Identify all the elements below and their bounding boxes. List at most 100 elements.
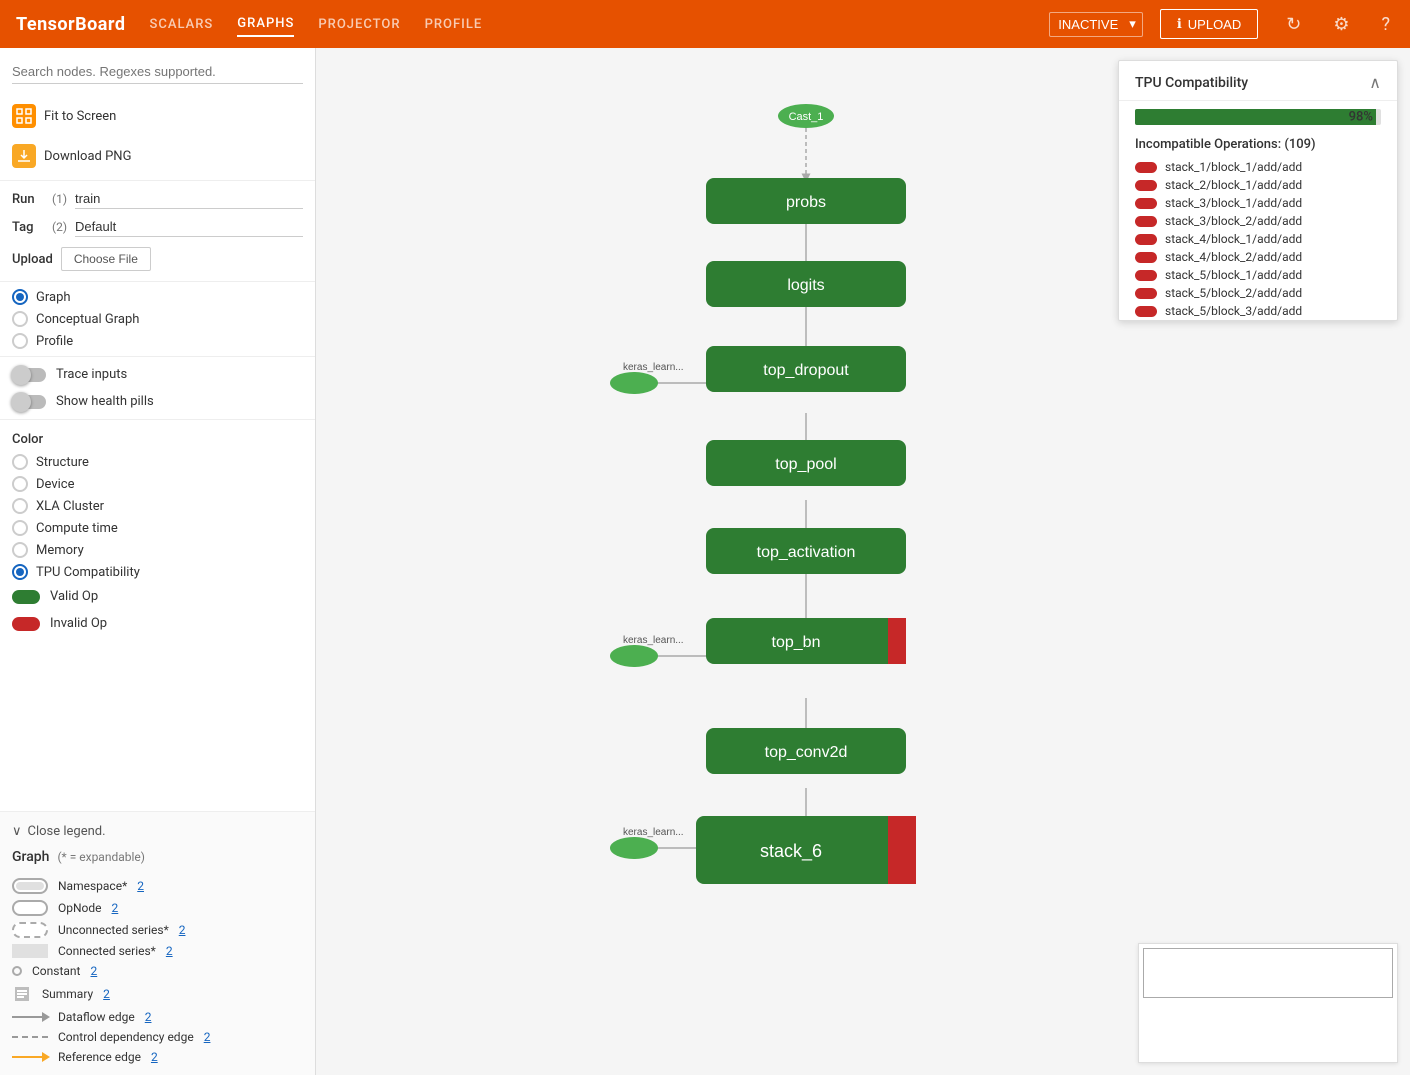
reference-link[interactable]: 2 — [151, 1050, 158, 1064]
radio-graph-label: Graph — [36, 290, 71, 305]
help-icon[interactable]: ? — [1377, 10, 1394, 39]
legend-namespace: Namespace* 2 — [12, 875, 303, 897]
choose-file-button[interactable]: Choose File — [61, 247, 151, 271]
run-select[interactable]: train — [75, 189, 303, 209]
color-device-circle — [12, 476, 28, 492]
legend-opnode: OpNode 2 — [12, 897, 303, 919]
radio-graph[interactable]: Graph — [0, 286, 315, 308]
red-pill-icon — [1135, 198, 1157, 209]
legend-connected: Connected series* 2 — [12, 941, 303, 961]
upload-button[interactable]: ℹ UPLOAD — [1160, 9, 1258, 39]
incompat-item: stack_5/block_2/add/add — [1119, 284, 1397, 302]
color-tpu-circle — [12, 564, 28, 580]
summary-link[interactable]: 2 — [103, 987, 110, 1001]
control-label: Control dependency edge — [58, 1030, 194, 1044]
minimap-viewport — [1143, 948, 1393, 998]
legend-toggle[interactable]: ∨ Close legend. — [12, 820, 303, 843]
constant-link[interactable]: 2 — [90, 964, 97, 978]
tag-count: (2) — [52, 220, 67, 234]
search-input[interactable] — [12, 60, 303, 84]
tpu-close-button[interactable]: ∧ — [1369, 73, 1381, 92]
fit-to-screen-button[interactable]: Fit to Screen — [0, 96, 315, 136]
legend-reference: Reference edge 2 — [12, 1047, 303, 1067]
opnode-shape — [12, 900, 48, 916]
legend-dataflow: Dataflow edge 2 — [12, 1007, 303, 1027]
sidebar: Fit to Screen Download PNG Run (1) train… — [0, 48, 316, 1075]
color-tpu[interactable]: TPU Compatibility — [0, 561, 315, 583]
radio-profile-circle — [12, 333, 28, 349]
red-pill-icon — [1135, 180, 1157, 191]
svg-text:probs: probs — [786, 194, 826, 211]
legend-title: Graph — [12, 845, 49, 869]
control-link[interactable]: 2 — [204, 1030, 211, 1044]
download-icon — [12, 144, 36, 168]
incompat-item: stack_3/block_1/add/add — [1119, 194, 1397, 212]
unconnected-shape — [12, 922, 48, 938]
tpu-panel: TPU Compatibility ∧ 98% Incompatible Ope… — [1118, 60, 1398, 321]
incompat-item: stack_3/block_2/add/add — [1119, 212, 1397, 230]
color-device-label: Device — [36, 477, 75, 492]
red-pill-icon — [1135, 270, 1157, 281]
color-structure-label: Structure — [36, 455, 89, 470]
run-row: Run (1) train — [0, 185, 315, 213]
svg-text:keras_learn...: keras_learn... — [623, 827, 684, 838]
constant-shape — [12, 966, 22, 976]
nav-graphs[interactable]: GRAPHS — [237, 12, 294, 37]
upload-row: Upload Choose File — [0, 241, 315, 277]
radio-conceptual[interactable]: Conceptual Graph — [0, 308, 315, 330]
valid-op-label: Valid Op — [50, 589, 98, 604]
show-health-pills-knob — [11, 392, 31, 412]
minimap[interactable] — [1138, 943, 1398, 1063]
status-select[interactable]: INACTIVE — [1049, 12, 1143, 37]
invalid-op-label: Invalid Op — [50, 616, 107, 631]
color-memory-label: Memory — [36, 543, 84, 558]
tag-label: Tag — [12, 220, 52, 235]
radio-profile[interactable]: Profile — [0, 330, 315, 352]
red-pill-icon — [1135, 234, 1157, 245]
unconnected-link[interactable]: 2 — [179, 923, 186, 937]
settings-icon[interactable]: ⚙ — [1329, 10, 1353, 39]
red-pill-icon — [1135, 162, 1157, 173]
trace-inputs-toggle[interactable] — [12, 368, 46, 382]
tag-select[interactable]: Default — [75, 217, 303, 237]
radio-graph-circle — [12, 289, 28, 305]
nav-projector[interactable]: PROJECTOR — [318, 13, 400, 36]
valid-op-row: Valid Op — [0, 583, 315, 610]
download-png-button[interactable]: Download PNG — [0, 136, 315, 176]
connected-link[interactable]: 2 — [166, 944, 173, 958]
nav-scalars[interactable]: SCALARS — [150, 13, 214, 36]
info-icon: ℹ — [1177, 16, 1182, 32]
upload-label: Upload — [12, 252, 53, 267]
status-wrapper: INACTIVE ▾ — [1049, 12, 1136, 37]
svg-text:top_activation: top_activation — [757, 544, 856, 561]
nav-profile[interactable]: PROFILE — [425, 13, 483, 36]
color-compute-circle — [12, 520, 28, 536]
opnode-link[interactable]: 2 — [112, 901, 119, 915]
color-compute[interactable]: Compute time — [0, 517, 315, 539]
graph-area[interactable]: Cast_1 probs logits keras_learn... top_d… — [316, 48, 1410, 1075]
incompat-item: stack_5/block_3/add/add — [1119, 302, 1397, 320]
namespace-label: Namespace* — [58, 879, 127, 893]
fit-to-screen-label: Fit to Screen — [44, 109, 116, 124]
namespace-link[interactable]: 2 — [137, 879, 144, 893]
legend-note: (* = expandable) — [57, 850, 145, 864]
incompat-title: Incompatible Operations: (109) — [1119, 133, 1397, 158]
logo: TensorBoard — [16, 14, 126, 35]
tpu-title: TPU Compatibility — [1135, 75, 1248, 91]
refresh-icon[interactable]: ↻ — [1282, 10, 1305, 39]
trace-inputs-knob — [11, 365, 31, 385]
color-memory[interactable]: Memory — [0, 539, 315, 561]
color-structure[interactable]: Structure — [0, 451, 315, 473]
progress-bar-bg — [1135, 109, 1381, 125]
radio-conceptual-label: Conceptual Graph — [36, 312, 139, 327]
svg-text:Cast_1: Cast_1 — [789, 111, 824, 123]
dataflow-link[interactable]: 2 — [145, 1010, 152, 1024]
color-tpu-label: TPU Compatibility — [36, 565, 140, 580]
progress-label: 98% — [1349, 110, 1373, 125]
invalid-op-row: Invalid Op — [0, 610, 315, 637]
color-xla[interactable]: XLA Cluster — [0, 495, 315, 517]
color-device[interactable]: Device — [0, 473, 315, 495]
show-health-pills-toggle[interactable] — [12, 395, 46, 409]
svg-text:top_conv2d: top_conv2d — [765, 744, 848, 761]
svg-text:keras_learn...: keras_learn... — [623, 362, 684, 373]
